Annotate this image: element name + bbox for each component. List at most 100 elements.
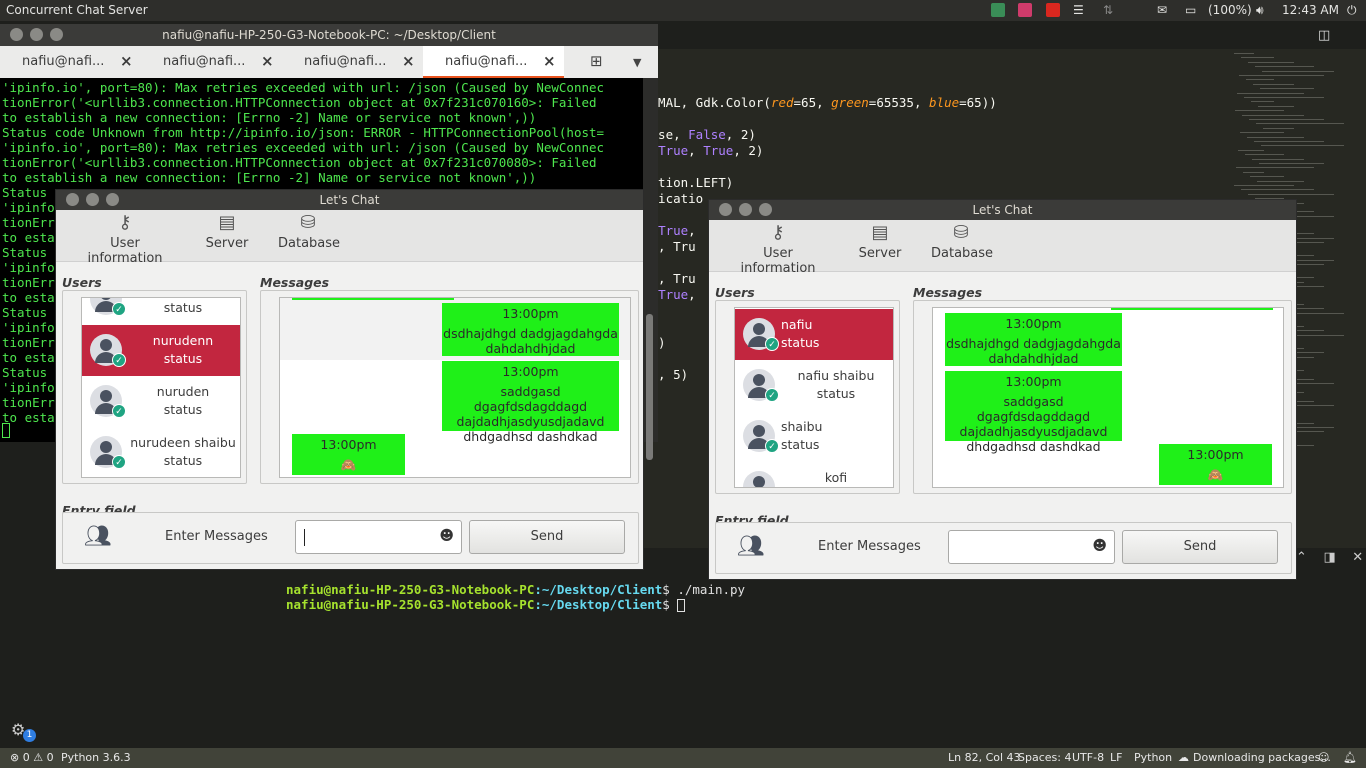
chat-titlebar[interactable]: Let's Chat — [709, 200, 1296, 220]
list-item[interactable]: ✓ nafiu shaibu status — [735, 360, 893, 411]
network-icon[interactable]: ⇅ — [1103, 3, 1113, 17]
users-section-label: Users — [62, 275, 102, 290]
message-input[interactable]: ☻ — [948, 530, 1115, 564]
database-button[interactable]: ⛁ Database — [278, 212, 340, 251]
terminal-tab-bar: nafiu@nafi... × nafiu@nafi... × nafiu@nafi… — [0, 46, 658, 78]
list-item[interactable]: ✓ nuruden status — [82, 376, 240, 427]
minimap-line — [1260, 88, 1314, 90]
avatar — [743, 471, 775, 487]
split-editor-icon[interactable]: ◫ — [1318, 28, 1330, 43]
message-input[interactable]: ☻ — [295, 520, 462, 554]
minimap-line — [1252, 158, 1304, 160]
battery-icon[interactable]: ▭ — [1185, 3, 1196, 17]
database-icon: ⛁ — [953, 222, 969, 243]
terminal-tab-active[interactable]: nafiu@nafi... × — [423, 46, 564, 78]
terminal-scrollbar[interactable] — [646, 314, 653, 460]
chat-window-left: Let's Chat ⚷ User information ▤ Server ⛁ Da… — [55, 189, 644, 570]
chat-users-icon: 👥︎ — [737, 534, 765, 559]
minimap-line — [1241, 57, 1274, 59]
server-button[interactable]: ▤ Server — [204, 212, 250, 251]
close-icon[interactable]: × — [543, 52, 556, 70]
user-information-button[interactable]: ⚷ User information — [76, 212, 174, 266]
send-button[interactable]: Send — [469, 520, 625, 554]
users-list[interactable]: ✓ nafiu status ✓ nafiu shaibu status ✓ shaibu… — [734, 307, 894, 488]
chat-users-icon: 👥︎ — [84, 524, 112, 549]
minimap-line — [1263, 127, 1294, 129]
message-bubble[interactable]: 13:00pm saddgasd dgagfdsdagddagd dajdadhj… — [442, 361, 619, 444]
volume-icon[interactable]: 🔊︎ — [1256, 3, 1264, 18]
chevron-up-icon[interactable]: ⌃ — [1296, 550, 1307, 565]
download-status: Downloading packages... — [1193, 751, 1331, 764]
list-item-selected[interactable]: ✓ nafiu status — [735, 309, 893, 360]
app-indicator-icon[interactable] — [1018, 3, 1032, 17]
cursor-position[interactable]: Ln 82, Col 43 — [948, 751, 1021, 764]
emoji-icon[interactable]: ☻ — [1092, 538, 1107, 554]
close-icon[interactable]: × — [120, 52, 133, 70]
message-bubble[interactable]: 13:00pm dsdhajdhgd dadgjagdahgda dahdahdh… — [945, 313, 1122, 366]
cloud-download-icon: ☁ — [1178, 751, 1189, 764]
messages-list[interactable]: 13:00pm dsdhajdhgd dadgjagdahgda dahdahdh… — [932, 307, 1284, 488]
terminal-panel-controls[interactable]: ⌃ ◨ ✕ — [1296, 550, 1363, 565]
database-button[interactable]: ⛁ Database — [931, 222, 993, 261]
python-interpreter[interactable]: Python 3.6.3 — [61, 751, 131, 764]
power-icon[interactable]: ⏻ — [1347, 3, 1357, 18]
status-bar: ⊗ 0 ⚠ 0 Python 3.6.3 Ln 82, Col 43 Space… — [0, 748, 1366, 768]
new-tab-icon[interactable]: ⊞ — [590, 52, 603, 70]
message-bubble[interactable]: 13:00pm saddgasd dgagfdsdagddagd dajdadhj… — [945, 371, 1122, 454]
send-button[interactable]: Send — [1122, 530, 1278, 564]
close-icon[interactable]: ✕ — [1352, 550, 1363, 565]
indentation[interactable]: Spaces: 4 — [1018, 751, 1071, 764]
terminal-titlebar[interactable]: nafiu@nafiu-HP-250-G3-Notebook-PC: ~/Des… — [0, 24, 658, 46]
list-item[interactable]: ✓ shaibu status — [735, 411, 893, 462]
list-item-selected[interactable]: ✓ nurudenn status — [82, 325, 240, 376]
messages-list[interactable]: 13:00pm dsdhajdhgd dadgjagdahgda dahdahdh… — [279, 297, 631, 478]
list-item[interactable]: kofi — [735, 462, 893, 487]
message-bubble[interactable]: 13:00pm 🙈 — [1159, 444, 1272, 485]
code-line: , True, True, 2) — [643, 143, 764, 158]
terminal-line: nafiu@nafiu-HP-250-G3-Notebook-PC:~/Desk… — [286, 597, 686, 612]
encoding[interactable]: UTF-8 — [1072, 751, 1104, 764]
maximize-panel-icon[interactable]: ◨ — [1323, 550, 1335, 565]
notification-badge: 1 — [23, 729, 36, 742]
minimap-line — [1258, 105, 1294, 107]
close-icon[interactable]: × — [261, 52, 274, 70]
language-mode[interactable]: Python — [1134, 751, 1172, 764]
list-item[interactable]: ✓ status — [82, 298, 240, 325]
minimap-line — [1234, 185, 1294, 186]
chevron-down-icon[interactable]: ▼ — [633, 56, 641, 69]
window-title: Let's Chat — [319, 193, 380, 207]
mail-indicator-icon[interactable] — [1046, 3, 1060, 17]
server-button[interactable]: ▤ Server — [857, 222, 903, 261]
message-bubble[interactable]: 13:00pm dsdhajdhgd dadgjagdahgda dahdahdh… — [442, 303, 619, 356]
menu-list-icon[interactable]: ☰ — [1073, 3, 1084, 17]
users-list[interactable]: ✓ status ✓ nurudenn status ✓ nuruden status ✓… — [81, 297, 241, 478]
clock[interactable]: 12:43 AM — [1282, 3, 1339, 17]
minimap-line — [1251, 101, 1274, 103]
minimap-line — [1257, 180, 1304, 182]
gear-icon[interactable]: ⚙ 1 — [11, 720, 36, 742]
user-information-button[interactable]: ⚷ User information — [729, 222, 827, 276]
minimap-line — [1237, 92, 1304, 94]
list-item[interactable]: ✓ nurudeen shaibu status — [82, 427, 240, 477]
bell-icon[interactable]: 🔔︎ — [1343, 751, 1357, 764]
terminal-tab[interactable]: nafiu@nafi... × — [141, 46, 282, 78]
emoji-icon[interactable]: ☻ — [439, 528, 454, 544]
line-ending[interactable]: LF — [1110, 751, 1122, 764]
terminal-tab[interactable]: nafiu@nafi... × — [0, 46, 141, 78]
problems-indicator[interactable]: ⊗ 0 ⚠ 0 — [10, 751, 54, 764]
minimap-line — [1254, 141, 1324, 142]
message-bubble[interactable]: 13:00pm 🙈 — [292, 434, 405, 475]
server-icon: ▤ — [218, 212, 236, 233]
code-line: ORMAL, Gdk.Color(red=65, green=65535, bl… — [643, 95, 997, 110]
minimap-line — [1240, 132, 1284, 134]
minimap-line — [1262, 70, 1334, 72]
envelope-icon[interactable]: ✉ — [1157, 3, 1167, 17]
files-icon[interactable] — [991, 3, 1005, 17]
chat-titlebar[interactable]: Let's Chat — [56, 190, 643, 210]
close-icon[interactable]: × — [402, 52, 415, 70]
terminal-tab[interactable]: nafiu@nafi... × — [282, 46, 423, 78]
check-icon: ✓ — [112, 302, 126, 316]
top-panel: Concurrent Chat Server ☰ ⇅ ✉ ▭ (100%) 🔊︎… — [0, 0, 1366, 21]
feedback-icon[interactable]: ☺ — [1318, 751, 1329, 764]
